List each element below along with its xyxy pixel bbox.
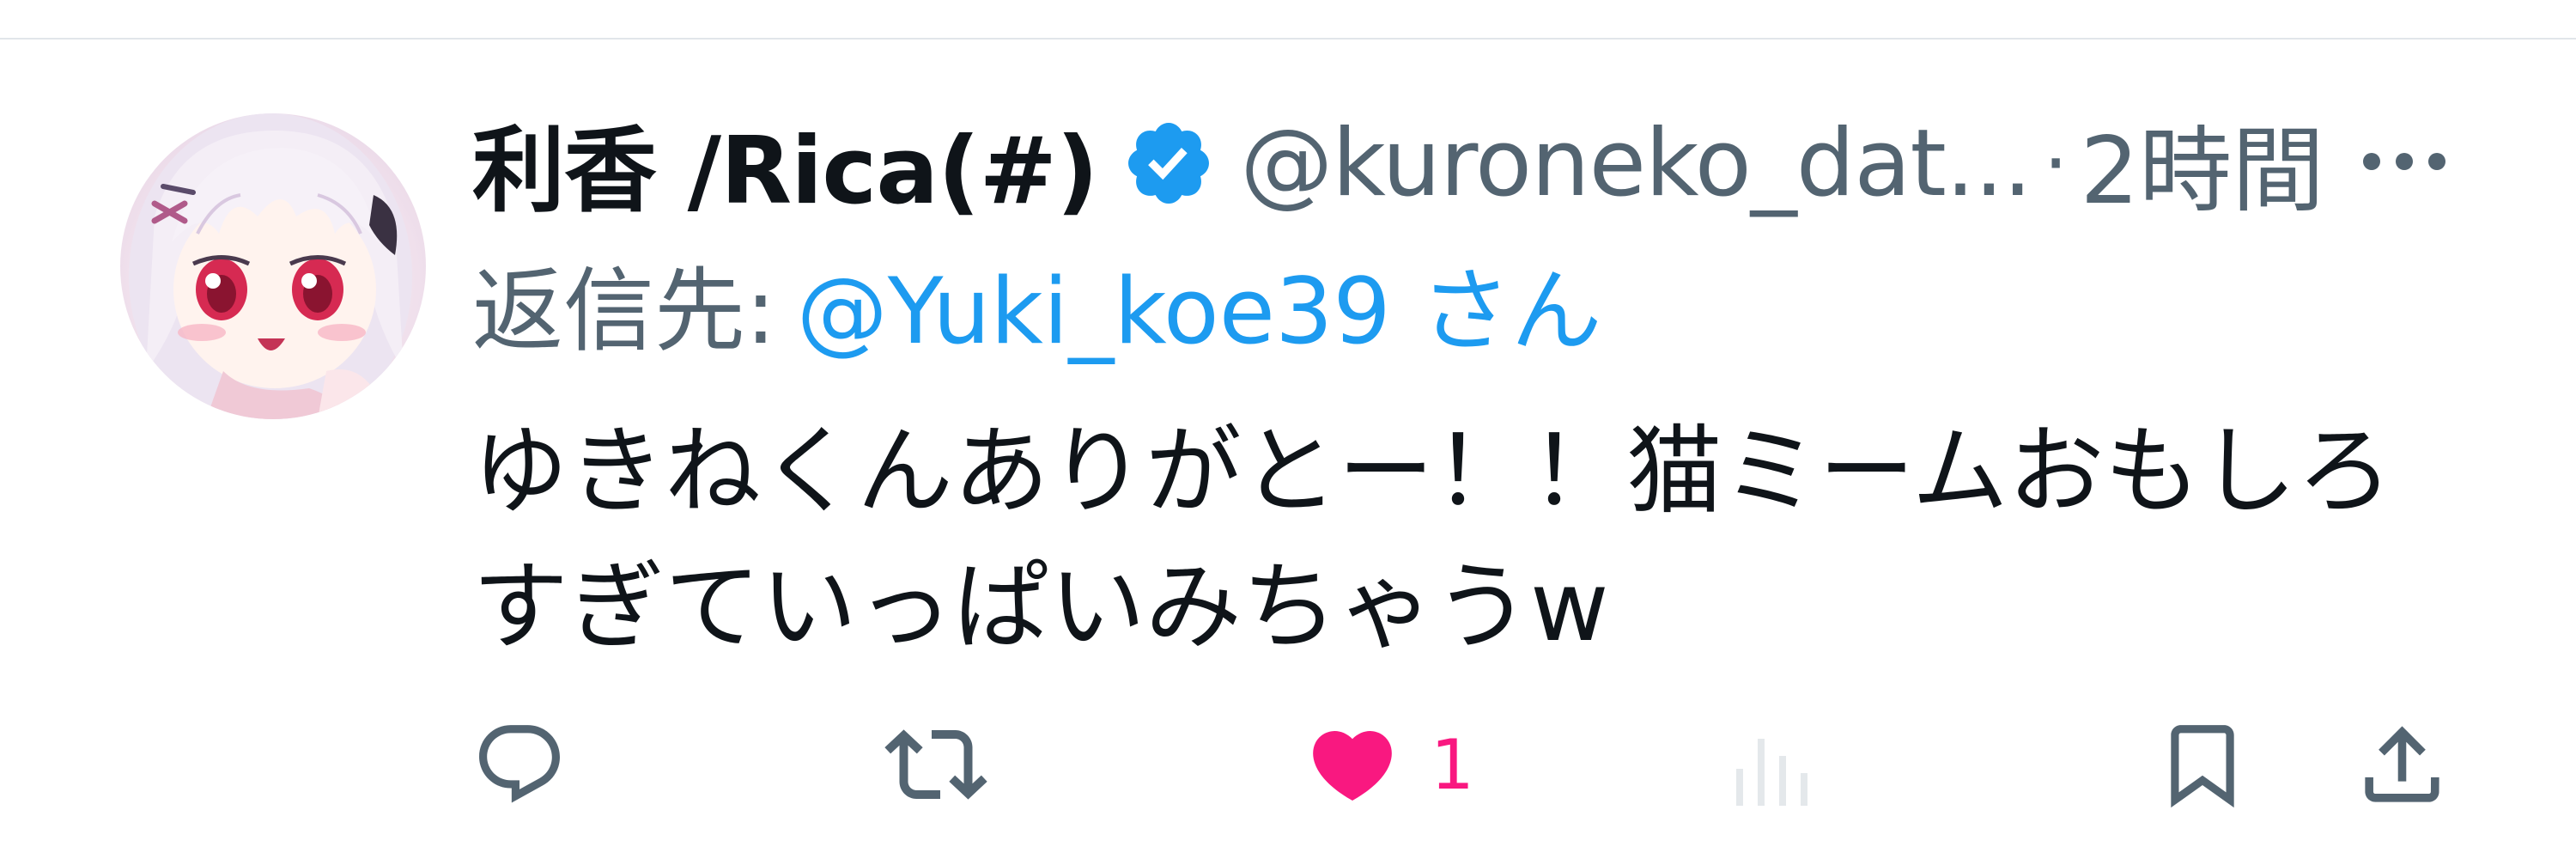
tweet-timestamp[interactable]: 2時間 [2080,96,2324,230]
avatar[interactable] [120,113,426,419]
tweet-text: ゆきねくんありがとー！！猫ミームおもしろ すぎていっぱいみちゃうw [472,416,2393,663]
heart-filled-icon [1313,731,1392,801]
like-count: 1 [1431,724,1474,805]
verified-badge-icon [1121,116,1216,210]
tweet-page: 利香 /Rica(#) @kuroneko_dat... · 2時間 返信先: … [0,0,2576,859]
reply-to-line: 返信先: @Yuki_koe39 さん [472,247,1602,364]
like-button[interactable]: 1 [1305,713,1474,816]
retweet-button[interactable] [884,713,987,816]
tweet-action-bar: 1 [472,713,2456,816]
share-button[interactable] [2353,713,2451,816]
more-options-button[interactable] [2353,136,2456,187]
bookmark-icon [2171,725,2234,808]
reply-to-user-link[interactable]: @Yuki_koe39 さん [797,237,1602,369]
tweet-header: 利香 /Rica(#) @kuroneko_dat... · 2時間 [472,103,2447,226]
more-dots-icon [2363,153,2445,170]
analytics-icon [1736,739,1807,806]
reply-button[interactable] [472,713,567,816]
avatar-image [129,113,412,419]
bookmark-button[interactable] [2155,713,2250,816]
reply-icon [479,725,560,803]
author-handle[interactable]: @kuroneko_dat... [1240,110,2032,217]
header-separator: · [2043,118,2069,209]
share-icon [2365,725,2439,802]
top-divider [0,38,2576,40]
author-display-name[interactable]: 利香 /Rica(#) [472,96,1098,230]
reply-to-prefix: 返信先: [472,259,776,364]
views-button[interactable] [1735,713,1812,816]
retweet-icon [884,729,987,800]
